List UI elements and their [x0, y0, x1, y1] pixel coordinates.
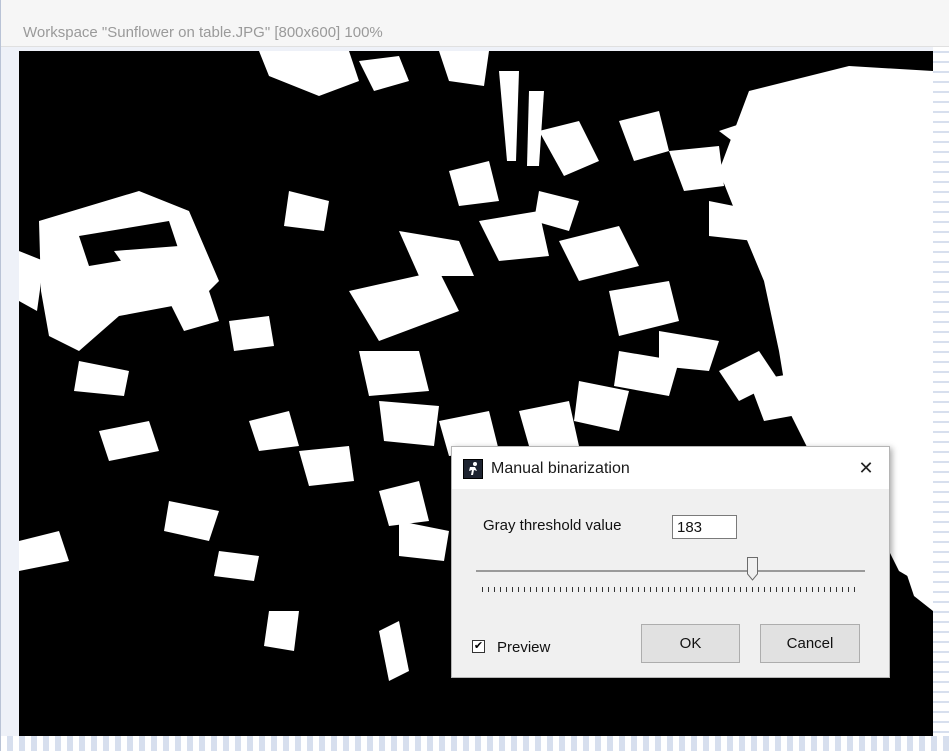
preview-label[interactable]: Preview	[497, 639, 550, 656]
manual-binarization-dialog: Manual binarization ✕ Gray threshold val…	[451, 446, 890, 678]
slider-ticks	[482, 587, 859, 592]
slider-track	[476, 570, 865, 572]
threshold-label: Gray threshold value	[483, 517, 622, 534]
checkmark-icon: ✔	[473, 640, 484, 652]
dialog-title: Manual binarization	[491, 460, 630, 477]
dialog-titlebar[interactable]: Manual binarization ✕	[452, 447, 889, 489]
close-icon[interactable]: ✕	[854, 457, 878, 479]
cancel-button[interactable]: Cancel	[760, 624, 860, 663]
ok-button[interactable]: OK	[641, 624, 740, 663]
app-window-icon	[463, 459, 483, 479]
workspace-right-margin	[933, 47, 949, 751]
workspace-titlebar[interactable]: Workspace "Sunflower on table.JPG" [800x…	[1, 0, 949, 47]
workspace-bottom-margin	[1, 736, 949, 751]
workspace-title: Workspace "Sunflower on table.JPG" [800x…	[23, 24, 383, 41]
preview-checkbox[interactable]: ✔	[472, 640, 485, 653]
threshold-value-input[interactable]	[672, 515, 737, 539]
slider-thumb[interactable]	[747, 557, 758, 581]
threshold-slider[interactable]	[476, 555, 865, 595]
